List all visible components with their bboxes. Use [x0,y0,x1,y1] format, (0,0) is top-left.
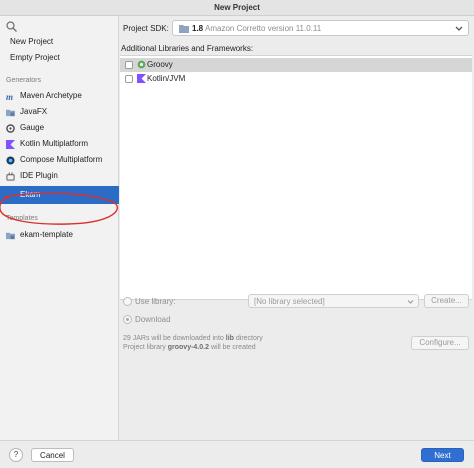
library-name: Groovy [147,60,173,69]
search-icon[interactable] [5,20,19,34]
create-library-button[interactable]: Create... [424,294,469,308]
sidebar-item-label: Empty Project [10,53,60,62]
library-row-groovy[interactable]: Groovy [120,58,472,72]
sdk-version: 1.8 [192,24,204,33]
compose-icon [6,156,15,165]
main-panel: Project SDK: 1.8 Amazon Corretto version… [120,16,474,440]
sidebar-item-empty-project[interactable]: Empty Project [0,50,119,66]
window-title: New Project [214,3,260,12]
next-button[interactable]: Next [421,448,464,462]
sidebar-item-label: ekam-template [20,230,73,239]
templates-header: Templates [6,215,38,222]
download-note: 29 JARs will be downloaded into lib dire… [123,335,263,342]
svg-text:m: m [6,92,13,101]
cancel-button[interactable]: Cancel [31,448,74,462]
folder-icon [179,25,189,33]
kotlin-icon [6,140,15,149]
libraries-label: Additional Libraries and Frameworks: [121,44,254,53]
sidebar-item-new-project[interactable]: New Project [0,34,119,50]
sidebar-item-gauge[interactable]: Gauge [0,120,119,136]
download-note-suffix: directory [235,335,263,342]
sidebar-item-label: Maven Archetype [20,91,82,100]
library-dropdown[interactable]: [No library selected] [248,294,419,308]
library-note-prefix: Project library [123,344,166,351]
sidebar-item-label: Gauge [20,123,45,132]
sdk-dropdown[interactable]: 1.8 Amazon Corretto version 11.0.11 [172,20,469,36]
library-name: Kotlin/JVM [147,74,186,83]
groovy-checkbox[interactable] [125,61,133,69]
help-button[interactable]: ? [9,448,23,462]
download-note-dir: lib [225,335,234,342]
chevron-down-icon [407,300,414,304]
sidebar-item-label: JavaFX [20,107,48,116]
chevron-down-icon [455,26,463,31]
plugin-icon [6,172,15,181]
sdk-label: Project SDK: [123,24,169,33]
sidebar-item-ekam-template[interactable]: ekam-template [0,227,119,243]
sidebar-item-label: Ekam [20,190,41,199]
library-note-suffix: will be created [210,344,256,351]
library-note-name: groovy-4.0.2 [167,344,209,351]
maven-icon: m [6,92,13,101]
sidebar-item-ekam[interactable]: Ekam [0,186,119,204]
sidebar-item-label: Kotlin Multiplatform [20,139,89,148]
sidebar-item-maven-archetype[interactable]: m Maven Archetype [0,88,119,104]
download-note-prefix: 29 JARs will be downloaded into [123,335,224,342]
sidebar-item-label: IDE Plugin [20,171,58,180]
radio-dot [126,318,129,321]
title-bar: New Project [0,0,474,16]
sidebar-item-kotlin-multiplatform[interactable]: Kotlin Multiplatform [0,136,119,152]
sidebar-item-javafx[interactable]: JavaFX [0,104,119,120]
download-label: Download [135,315,171,324]
kotlin-icon [137,74,146,83]
groovy-icon [137,60,146,69]
sidebar: New Project Empty Project Generators m M… [0,16,119,440]
library-dropdown-value: [No library selected] [254,297,325,306]
generators-header: Generators [6,77,42,84]
kotlin-jvm-checkbox[interactable] [125,75,133,83]
sdk-description: Amazon Corretto version 11.0.11 [205,24,322,33]
library-row-kotlin-jvm[interactable]: Kotlin/JVM [120,72,472,86]
configure-button[interactable]: Configure... [411,336,469,350]
template-folder-icon [6,232,15,240]
sidebar-item-compose-multiplatform[interactable]: Compose Multiplatform [0,152,119,168]
sidebar-item-label: New Project [10,37,54,46]
gauge-icon [6,124,15,133]
sidebar-item-ide-plugin[interactable]: IDE Plugin [0,168,119,184]
sidebar-item-label: Compose Multiplatform [20,155,103,164]
javafx-folder-icon [6,109,15,117]
dialog-footer: ? Cancel Next [0,440,474,468]
download-radio[interactable] [123,315,132,324]
use-library-radio[interactable] [123,297,132,306]
libraries-list: Groovy Kotlin/JVM [120,55,472,300]
library-note: Project library groovy-4.0.2 will be cre… [123,344,256,351]
use-library-label: Use library: [135,297,176,306]
